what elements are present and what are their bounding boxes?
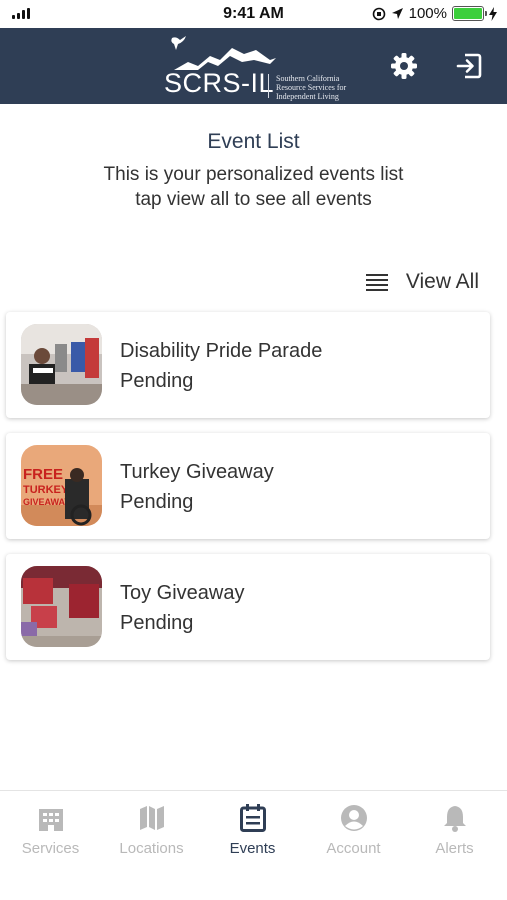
logo-text: SCRS-IL xyxy=(164,68,275,98)
tab-label: Services xyxy=(21,840,80,857)
event-card[interactable]: Toy Giveaway Pending xyxy=(6,554,490,660)
tab-label: Locations xyxy=(119,840,184,857)
scrs-il-logo: SCRS-IL Southern California Resource Ser… xyxy=(164,34,348,101)
logo-divider xyxy=(268,74,269,98)
logo-subtitle-line: Southern California xyxy=(276,74,340,83)
user-circle-icon xyxy=(340,805,367,831)
logout-button[interactable] xyxy=(451,48,487,84)
logo-subtitle: Southern California Resource Services fo… xyxy=(276,74,356,101)
page-title: Event List xyxy=(207,130,300,153)
status-right: 100% xyxy=(372,5,497,22)
tab-locations[interactable]: Locations xyxy=(101,803,202,857)
tab-services[interactable]: Services xyxy=(0,803,101,857)
event-photo: FREE TURKEY GIVEAWAY xyxy=(21,445,102,526)
event-title: Turkey Giveaway xyxy=(120,461,274,483)
battery-icon xyxy=(452,6,487,21)
sign-out-icon xyxy=(456,53,482,79)
settings-button[interactable] xyxy=(386,48,422,84)
tab-label: Account xyxy=(326,840,381,857)
event-status: Pending xyxy=(120,491,194,513)
building-icon xyxy=(38,809,63,831)
location-arrow-icon xyxy=(391,8,403,19)
event-title: Disability Pride Parade xyxy=(120,340,323,362)
tab-alerts[interactable]: Alerts xyxy=(404,803,505,857)
logo-subtitle-line: Independent Living xyxy=(276,92,339,101)
event-status: Pending xyxy=(120,612,194,634)
tab-events[interactable]: Events xyxy=(202,803,303,857)
view-all-label: View All xyxy=(405,270,479,293)
event-photo xyxy=(21,324,102,405)
svg-text:FREE: FREE xyxy=(23,466,63,483)
battery-percent: 100% xyxy=(408,5,447,22)
svg-text:TURKEY: TURKEY xyxy=(23,484,69,496)
orientation-lock-icon xyxy=(372,7,385,20)
bottom-tab-bar: Services Locations Events Account Alerts xyxy=(0,790,507,900)
svg-text:GIVEAWAY: GIVEAWAY xyxy=(23,497,70,507)
map-icon xyxy=(139,806,164,830)
tab-label: Events xyxy=(229,840,276,857)
description-line: tap view all to see all events xyxy=(135,189,372,210)
event-status: Pending xyxy=(120,370,194,392)
charging-bolt-icon xyxy=(489,6,497,21)
description-line: This is your personalized events list xyxy=(103,164,404,185)
event-title: Toy Giveaway xyxy=(120,582,245,604)
event-photo xyxy=(21,566,102,647)
event-card[interactable]: FREE TURKEY GIVEAWAY Turkey Giveaway Pen… xyxy=(6,433,490,539)
app-header: SCRS-IL Southern California Resource Ser… xyxy=(0,28,507,104)
page-description: This is your personalized events list ta… xyxy=(0,162,507,212)
bell-icon xyxy=(443,806,466,832)
logo-subtitle-line: Resource Services for xyxy=(276,83,347,92)
list-icon xyxy=(365,274,388,291)
tab-label: Alerts xyxy=(435,840,474,857)
status-bar: 9:41 AM 100% xyxy=(0,0,507,28)
tab-account[interactable]: Account xyxy=(303,803,404,857)
calendar-icon xyxy=(239,804,266,832)
view-all-button[interactable]: View All xyxy=(365,270,479,294)
gear-icon xyxy=(391,53,417,79)
event-card[interactable]: Disability Pride Parade Pending xyxy=(6,312,490,418)
